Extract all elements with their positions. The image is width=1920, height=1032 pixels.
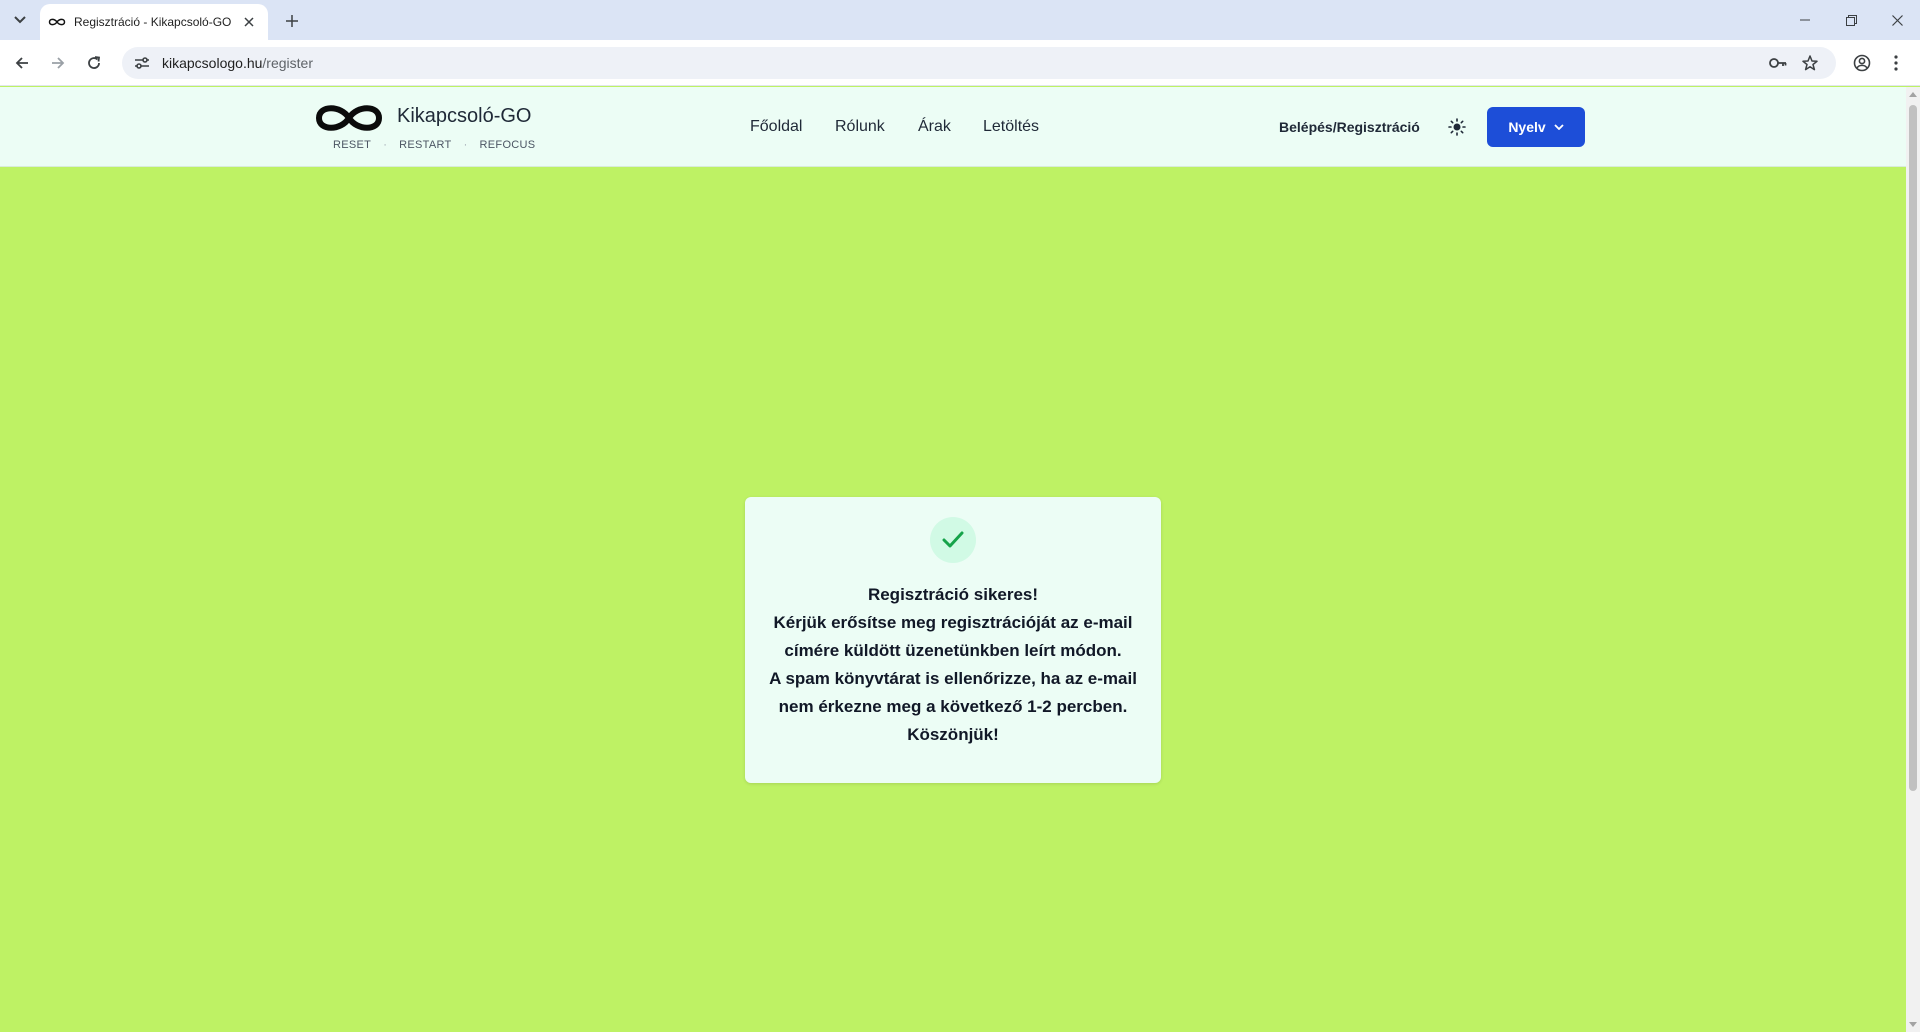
brand-tagline: RESET · RESTART · REFOCUS — [333, 139, 535, 151]
back-button[interactable] — [8, 49, 36, 77]
checkmark-icon — [942, 531, 964, 548]
tab-title: Regisztráció - Kikapcsoló-GO - — [74, 15, 234, 29]
login-register-link[interactable]: Belépés/Regisztráció — [1279, 119, 1420, 135]
tagline-word: REFOCUS — [479, 139, 536, 151]
success-message: Regisztráció sikeres! Kérjük erősítse me… — [745, 581, 1161, 749]
new-tab-button[interactable] — [280, 9, 304, 33]
menu-dots-icon — [1894, 55, 1898, 71]
language-dropdown-button[interactable]: Nyelv — [1487, 107, 1585, 147]
tagline-separator: · — [463, 139, 468, 151]
reload-button[interactable] — [80, 49, 108, 77]
restore-icon — [1845, 14, 1857, 26]
star-icon — [1802, 55, 1818, 71]
back-arrow-icon — [15, 57, 28, 69]
address-bar[interactable]: kikapcsologo.hu/register — [122, 47, 1836, 79]
tagline-word: RESET — [333, 139, 372, 151]
infinity-icon — [48, 18, 66, 26]
nav-link-pricing[interactable]: Árak — [918, 118, 951, 136]
brand-name[interactable]: Kikapcsoló-GO — [397, 105, 532, 128]
scroll-up-arrow-icon[interactable] — [1909, 91, 1917, 99]
forward-arrow-icon — [52, 57, 65, 69]
chevron-down-icon — [1554, 124, 1564, 130]
browser-toolbar: kikapcsologo.hu/register — [0, 40, 1920, 86]
url-path: /register — [262, 55, 313, 71]
browser-tabstrip: Regisztráció - Kikapcsoló-GO - — [0, 0, 1920, 40]
message-line: Kérjük erősítse meg regisztrációját az e… — [773, 613, 1133, 632]
profile-button[interactable] — [1848, 49, 1876, 77]
tagline-separator: · — [383, 139, 388, 151]
page-scrollbar[interactable] — [1906, 87, 1920, 1032]
page-viewport: Kikapcsoló-GO RESET · RESTART · REFOCUS … — [0, 87, 1906, 1032]
plus-icon — [286, 15, 298, 27]
language-button-label: Nyelv — [1508, 119, 1546, 135]
nav-link-home[interactable]: Főoldal — [750, 118, 802, 136]
close-window-button[interactable] — [1874, 0, 1920, 40]
url-text: kikapcsologo.hu/register — [162, 55, 313, 71]
nav-link-about[interactable]: Rólunk — [835, 118, 885, 136]
success-card: Regisztráció sikeres! Kérjük erősítse me… — [745, 497, 1161, 783]
message-line: Regisztráció sikeres! — [867, 585, 1039, 604]
browser-menu-button[interactable] — [1882, 49, 1910, 77]
key-icon — [1769, 58, 1787, 68]
tab-close-button[interactable] — [240, 13, 258, 31]
sun-icon — [1448, 118, 1466, 136]
tab-list-button[interactable] — [6, 8, 34, 32]
tagline-word: RESTART — [399, 139, 452, 151]
message-line: címére küldött üzenetünkben leírt módon. — [784, 641, 1122, 660]
forward-button[interactable] — [44, 49, 72, 77]
message-line: A spam könyvtárat is ellenőrizze, ha az … — [769, 669, 1137, 688]
profile-icon — [1853, 54, 1871, 72]
site-info-button[interactable] — [130, 51, 154, 75]
minimize-icon — [1800, 19, 1810, 21]
success-icon-circle — [930, 517, 976, 563]
tab-list-icon — [14, 16, 26, 24]
site-settings-icon — [135, 57, 149, 69]
close-icon — [1891, 14, 1903, 26]
infinity-icon[interactable] — [314, 100, 384, 136]
minimize-button[interactable] — [1782, 0, 1828, 40]
scroll-down-arrow-icon[interactable] — [1909, 1020, 1917, 1028]
close-icon — [244, 17, 254, 27]
reload-icon — [88, 56, 101, 69]
nav-link-download[interactable]: Letöltés — [983, 118, 1039, 136]
message-line: nem érkezne meg a következő 1-2 percben. — [778, 697, 1128, 716]
restore-button[interactable] — [1828, 0, 1874, 40]
url-host: kikapcsologo.hu — [162, 55, 263, 71]
password-manager-button[interactable] — [1764, 47, 1792, 79]
message-line: Köszönjük! — [907, 725, 999, 744]
browser-tab[interactable]: Regisztráció - Kikapcsoló-GO - — [40, 4, 268, 40]
theme-toggle-button[interactable] — [1448, 116, 1466, 138]
site-header: Kikapcsoló-GO RESET · RESTART · REFOCUS … — [0, 87, 1906, 167]
bookmark-button[interactable] — [1796, 47, 1824, 79]
scrollbar-thumb[interactable] — [1909, 105, 1917, 791]
